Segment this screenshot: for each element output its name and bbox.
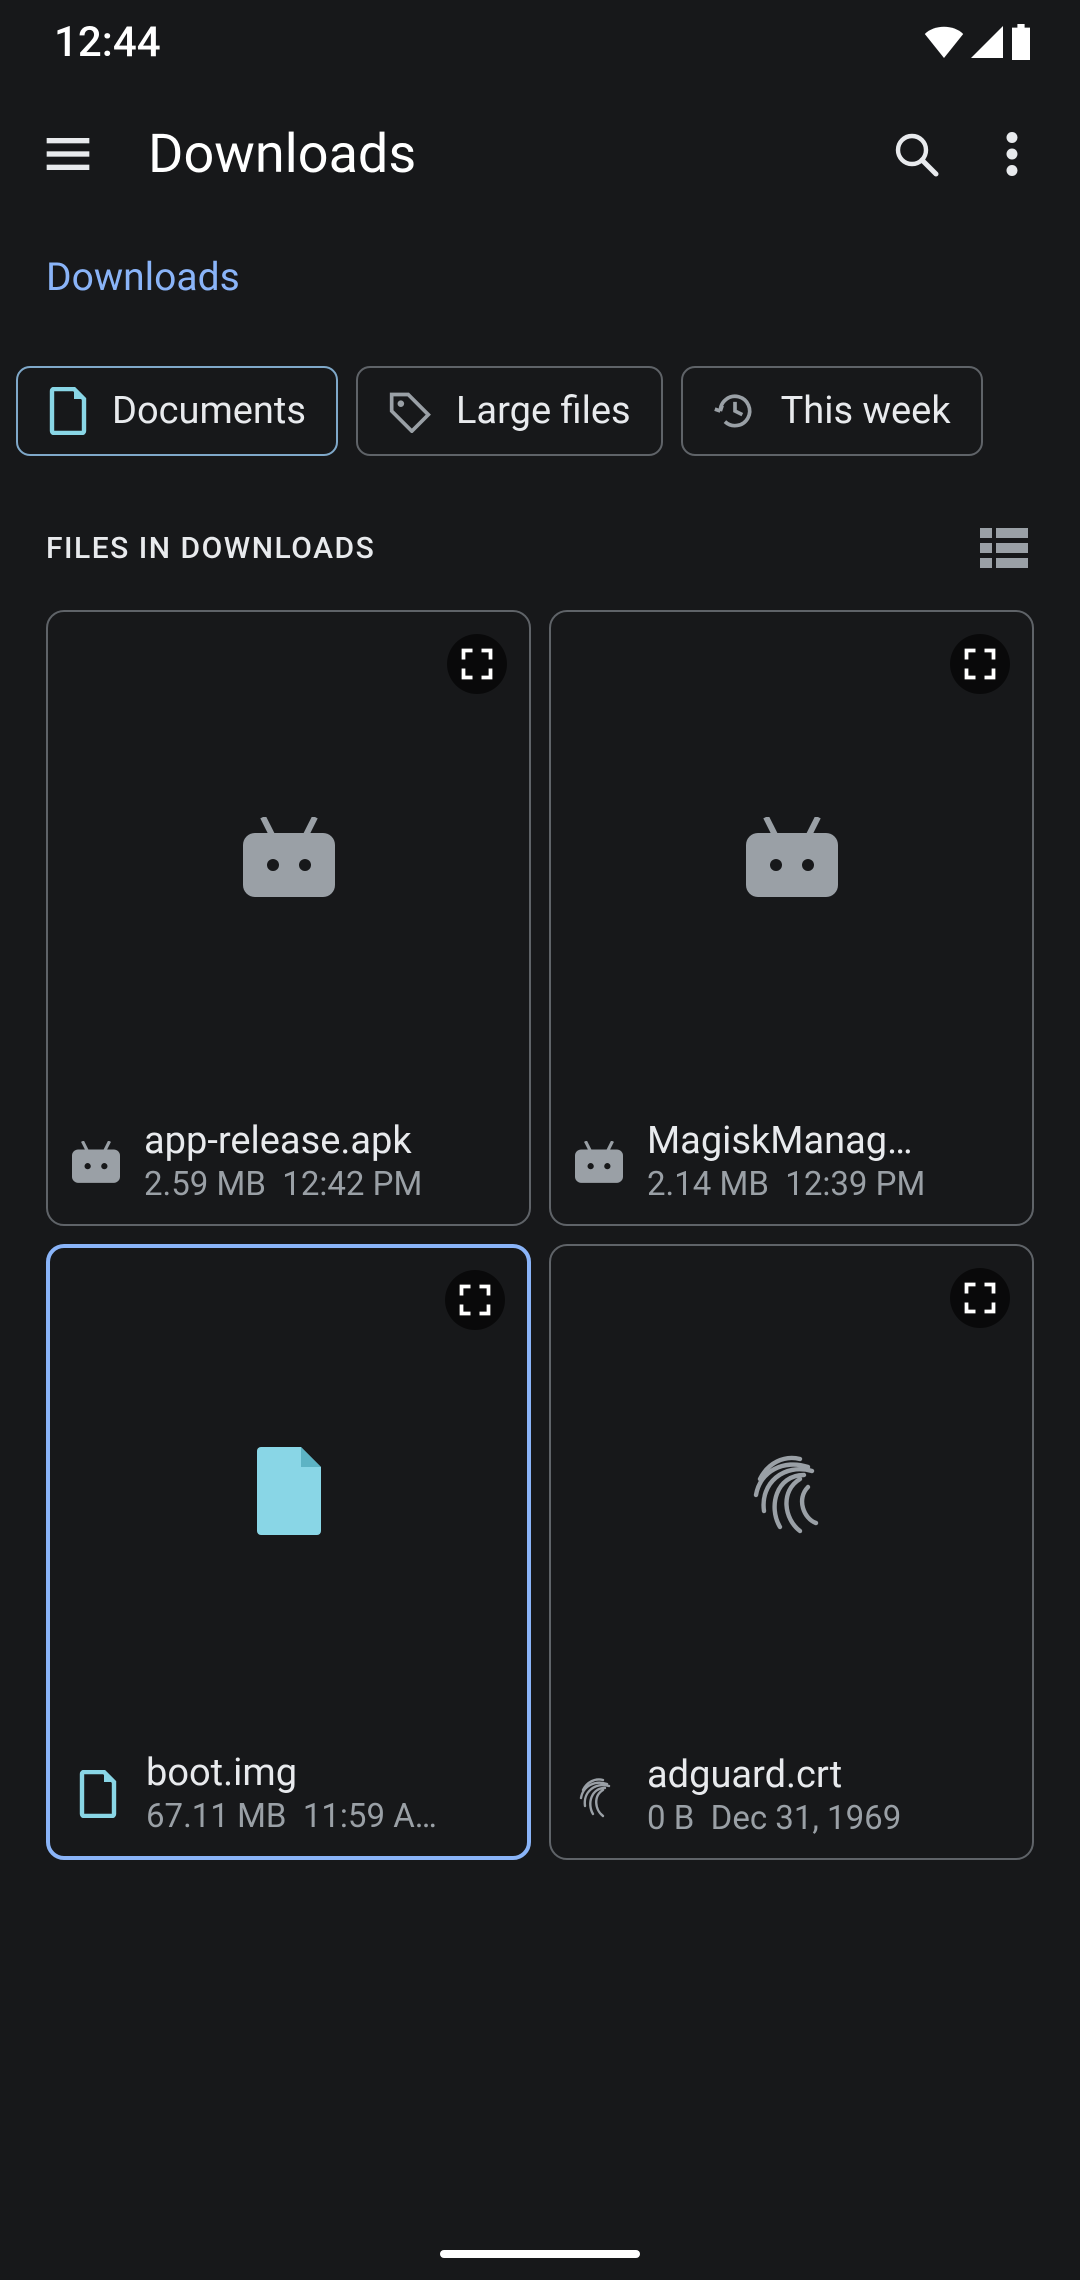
battery-icon xyxy=(1010,24,1032,60)
file-footer: adguard.crt 0 B Dec 31, 1969 xyxy=(551,1739,1032,1858)
document-icon xyxy=(48,387,88,435)
fingerprint-icon xyxy=(744,1443,840,1543)
file-footer-text: app-release.apk 2.59 MB 12:42 PM xyxy=(144,1119,509,1204)
search-icon xyxy=(892,130,940,178)
file-card[interactable]: app-release.apk 2.59 MB 12:42 PM xyxy=(46,610,531,1226)
history-icon xyxy=(713,389,757,433)
files-grid: app-release.apk 2.59 MB 12:42 PM xyxy=(0,610,1080,1860)
file-icon xyxy=(70,1766,126,1822)
expand-icon xyxy=(459,646,495,682)
app-bar: Downloads xyxy=(0,84,1080,224)
expand-preview-button[interactable] xyxy=(447,634,507,694)
file-name: adguard.crt xyxy=(647,1753,1012,1797)
section-header: FILES IN DOWNLOADS xyxy=(0,474,1080,610)
file-preview xyxy=(48,612,529,1105)
list-view-icon xyxy=(980,528,1028,568)
file-meta: 67.11 MB 11:59 A… xyxy=(146,1797,507,1836)
file-icon xyxy=(249,1443,329,1543)
expand-preview-button[interactable] xyxy=(950,634,1010,694)
wifi-icon xyxy=(924,26,964,58)
page-title: Downloads xyxy=(148,123,868,186)
file-card[interactable]: adguard.crt 0 B Dec 31, 1969 xyxy=(549,1244,1034,1860)
more-vert-icon xyxy=(1006,132,1018,176)
file-footer: MagiskManag… 2.14 MB 12:39 PM xyxy=(551,1105,1032,1224)
file-meta: 0 B Dec 31, 1969 xyxy=(647,1799,1012,1838)
android-icon xyxy=(243,817,335,901)
android-icon xyxy=(746,817,838,901)
view-toggle-button[interactable] xyxy=(974,518,1034,578)
menu-button[interactable] xyxy=(20,106,116,202)
file-preview xyxy=(551,612,1032,1105)
expand-preview-button[interactable] xyxy=(445,1270,505,1330)
chip-label: Documents xyxy=(112,389,306,433)
cell-signal-icon xyxy=(970,26,1004,58)
file-name: app-release.apk xyxy=(144,1119,509,1163)
status-time: 12:44 xyxy=(54,18,161,67)
file-name: boot.img xyxy=(146,1751,507,1795)
file-meta: 2.14 MB 12:39 PM xyxy=(647,1165,1012,1204)
file-footer-text: boot.img 67.11 MB 11:59 A… xyxy=(146,1751,507,1836)
overflow-menu-button[interactable] xyxy=(964,106,1060,202)
file-footer-text: MagiskManag… 2.14 MB 12:39 PM xyxy=(647,1119,1012,1204)
file-card[interactable]: MagiskManag… 2.14 MB 12:39 PM xyxy=(549,610,1034,1226)
tag-icon xyxy=(388,389,432,433)
expand-icon xyxy=(962,1280,998,1316)
file-footer: app-release.apk 2.59 MB 12:42 PM xyxy=(48,1105,529,1224)
fingerprint-icon xyxy=(571,1768,627,1824)
android-icon xyxy=(571,1134,627,1190)
expand-preview-button[interactable] xyxy=(950,1268,1010,1328)
search-button[interactable] xyxy=(868,106,964,202)
android-icon xyxy=(68,1134,124,1190)
expand-icon xyxy=(457,1282,493,1318)
file-name: MagiskManag… xyxy=(647,1119,1012,1163)
filter-chip-this-week[interactable]: This week xyxy=(681,366,983,456)
breadcrumb[interactable]: Downloads xyxy=(0,224,1080,324)
filter-chip-large-files[interactable]: Large files xyxy=(356,366,663,456)
hamburger-icon xyxy=(46,138,90,170)
section-header-label: FILES IN DOWNLOADS xyxy=(46,531,375,566)
file-card[interactable]: boot.img 67.11 MB 11:59 A… xyxy=(46,1244,531,1860)
filter-chips: Documents Large files This week xyxy=(0,324,1080,474)
file-footer-text: adguard.crt 0 B Dec 31, 1969 xyxy=(647,1753,1012,1838)
filter-chip-documents[interactable]: Documents xyxy=(16,366,338,456)
status-icons xyxy=(924,24,1032,60)
chip-label: This week xyxy=(781,389,951,433)
expand-icon xyxy=(962,646,998,682)
status-bar: 12:44 xyxy=(0,0,1080,84)
file-preview xyxy=(50,1248,527,1737)
chip-label: Large files xyxy=(456,389,631,433)
file-footer: boot.img 67.11 MB 11:59 A… xyxy=(50,1737,527,1856)
nav-bar-pill[interactable] xyxy=(440,2250,640,2258)
file-preview xyxy=(551,1246,1032,1739)
file-meta: 2.59 MB 12:42 PM xyxy=(144,1165,509,1204)
